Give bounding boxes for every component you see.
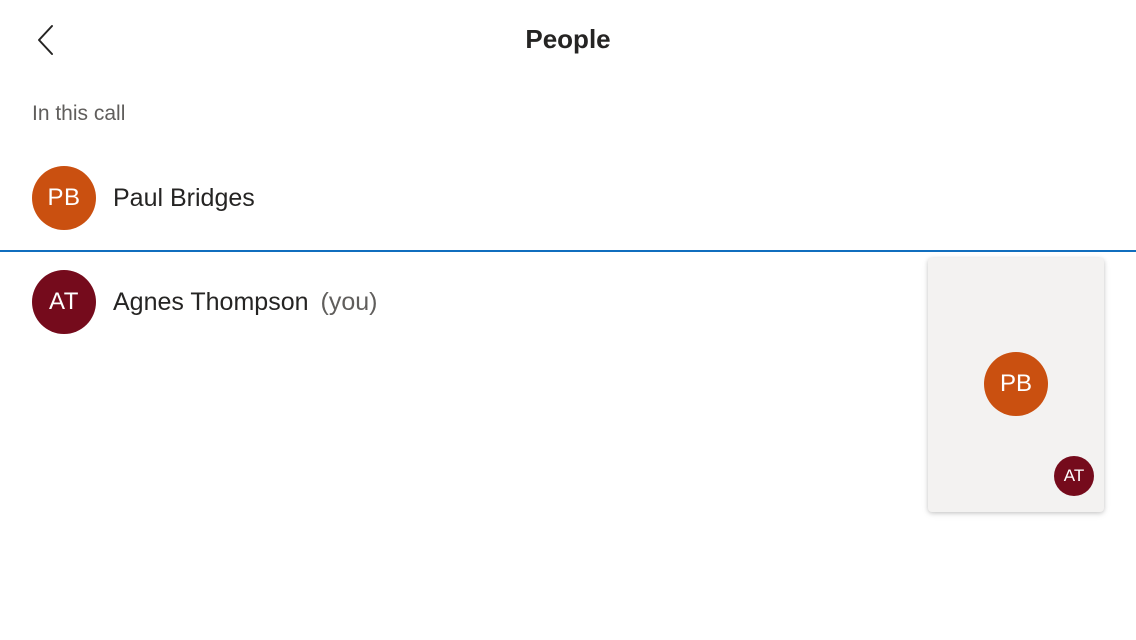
tile-avatar-initials: PB	[999, 370, 1032, 397]
avatar: AT	[32, 270, 96, 334]
divider	[0, 250, 1136, 252]
page-title: People	[525, 24, 611, 54]
section-label: In this call	[32, 102, 126, 125]
header: People	[0, 0, 1136, 82]
participant-name-text: Agnes Thompson	[113, 287, 309, 316]
you-label: (you)	[320, 287, 378, 316]
people-screen: People In this call PB Paul Bridges AT A…	[0, 0, 1136, 640]
participant-name: Agnes Thompson (you)	[113, 288, 377, 317]
video-tile[interactable]: PB AT	[928, 258, 1104, 512]
avatar-initials: AT	[49, 288, 79, 315]
participant-name-text: Paul Bridges	[113, 183, 255, 212]
avatar: PB	[32, 166, 96, 230]
tile-avatar: PB	[984, 352, 1048, 416]
self-avatar-initials: AT	[1063, 466, 1085, 485]
participant-row[interactable]: PB Paul Bridges	[0, 158, 1136, 238]
participant-name: Paul Bridges	[113, 184, 255, 213]
avatar-initials: PB	[47, 184, 81, 211]
self-avatar: AT	[1054, 456, 1094, 496]
